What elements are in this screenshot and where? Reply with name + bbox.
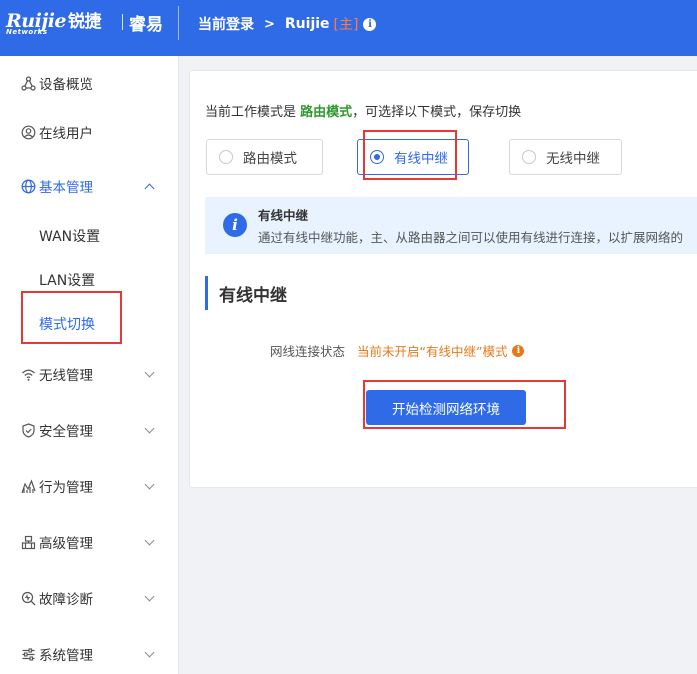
logo-separator	[122, 14, 123, 30]
sidebar-subitem-wan[interactable]: WAN设置	[0, 218, 179, 254]
section-title: 有线中继	[205, 276, 287, 310]
wifi-icon	[20, 366, 36, 382]
device-role-tag: [主]	[333, 17, 359, 33]
sidebar-item-online-users[interactable]: 在线用户	[0, 112, 179, 152]
mode-info-panel: i 有线中继 通过有线中继功能，主、从路由器之间可以使用有线进行连接，以扩展网络…	[205, 197, 697, 254]
chevron-down-icon	[144, 479, 155, 490]
shield-icon	[20, 422, 36, 438]
cable-status-value: 当前未开启“有线中继”模式	[357, 344, 508, 359]
info-title: 有线中继	[258, 208, 309, 223]
sidebar-subitem-mode-switch[interactable]: 模式切换	[0, 306, 179, 342]
user-icon	[20, 124, 36, 140]
mode-option-wireless-relay[interactable]: 无线中继	[509, 139, 622, 175]
sidebar-item-security[interactable]: 安全管理	[0, 410, 179, 450]
sidebar-item-overview[interactable]: 设备概览	[0, 63, 179, 103]
breadcrumb: 当前登录 > Ruijie [主] i	[198, 14, 377, 34]
info-description: 通过有线中继功能，主、从路由器之间可以使用有线进行连接，以扩展网络的	[258, 230, 684, 245]
current-mode-value: 路由模式	[300, 105, 353, 120]
radio-icon	[522, 150, 536, 164]
chevron-down-icon	[144, 423, 155, 434]
topology-icon	[20, 75, 36, 91]
info-icon: i	[223, 213, 247, 237]
radio-checked-icon	[370, 150, 384, 164]
sidebar-item-advanced[interactable]: 高级管理	[0, 522, 179, 562]
chevron-right-icon: >	[264, 16, 275, 32]
sidebar-item-system[interactable]: 系统管理	[0, 634, 179, 674]
sidebar-item-diagnose[interactable]: 故障诊断	[0, 578, 179, 618]
settings-icon	[20, 646, 36, 662]
sidebar: 设备概览 在线用户 基本管理 WAN设置 LAN设置 模式切换 无线管理 安全管…	[0, 56, 179, 674]
breadcrumb-root: 当前登录	[198, 17, 254, 33]
sidebar-item-basic-management[interactable]: 基本管理	[0, 166, 179, 206]
cable-status-row: 网线连接状态 当前未开启“有线中继”模式 i	[270, 341, 525, 360]
sidebar-subitem-lan[interactable]: LAN设置	[0, 262, 179, 298]
warning-icon[interactable]: i	[512, 344, 525, 357]
sub-brand-logo: 睿易	[129, 15, 163, 35]
info-icon[interactable]: i	[363, 17, 377, 31]
current-mode-text: 当前工作模式是 路由模式，可选择以下模式，保存切换	[205, 105, 522, 120]
sidebar-item-behavior[interactable]: 行为管理	[0, 466, 179, 506]
chevron-up-icon	[144, 183, 155, 194]
mode-option-wired-relay[interactable]: 有线中继	[357, 139, 469, 175]
diagnose-icon	[20, 590, 36, 606]
chevron-down-icon	[144, 535, 155, 546]
sidebar-item-wireless[interactable]: 无线管理	[0, 354, 179, 394]
chart-icon	[20, 478, 36, 494]
chevron-down-icon	[144, 591, 155, 602]
globe-icon	[20, 178, 36, 194]
cable-status-label: 网线连接状态	[270, 344, 346, 359]
detect-network-button[interactable]: 开始检测网络环境	[366, 390, 526, 425]
mode-option-router[interactable]: 路由模式	[206, 139, 323, 175]
mode-switch-card: 当前工作模式是 路由模式，可选择以下模式，保存切换 路由模式 有线中继 无线中继…	[189, 70, 697, 488]
advanced-icon	[20, 534, 36, 550]
chevron-down-icon	[144, 647, 155, 658]
device-name[interactable]: Ruijie	[285, 16, 330, 32]
top-header: Ruijie 锐捷 Networks 睿易 当前登录 > Ruijie [主] i	[0, 0, 697, 56]
radio-icon	[219, 150, 233, 164]
chevron-down-icon	[144, 367, 155, 378]
header-divider	[178, 6, 179, 40]
